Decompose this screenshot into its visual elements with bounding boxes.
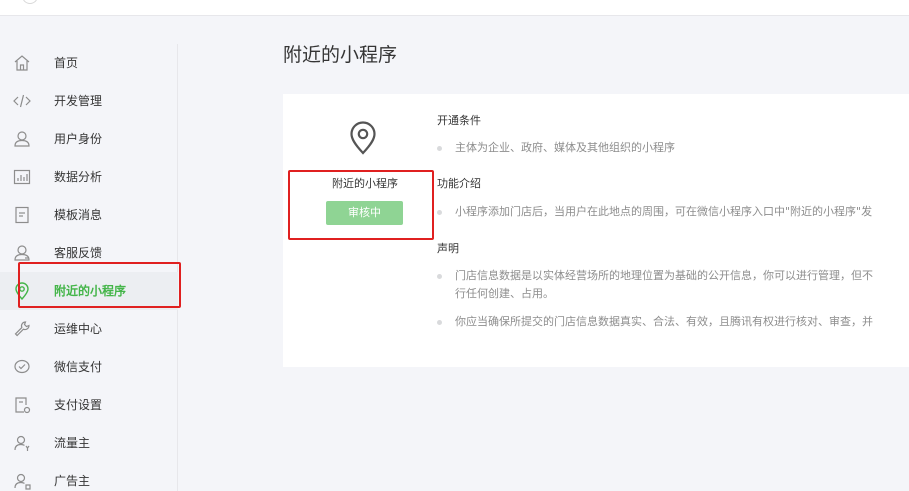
bullet-item: 小程序添加门店后，当用户在此地点的周围，可在微信小程序入口中"附近的小程序"发	[436, 203, 872, 221]
header-logo-fragment	[22, 0, 38, 4]
highlight-box-nav-item	[18, 262, 181, 308]
wechat-pay-icon	[12, 357, 32, 377]
section-title-statement: 声明	[437, 242, 459, 255]
sidebar-item-template-message[interactable]: 模板消息	[0, 196, 178, 234]
bullet-item: 门店信息数据是以实体经营场所的地理位置为基础的公开信息，你可以进行管理，但不 行…	[437, 267, 873, 303]
sidebar-item-label: 流量主	[54, 436, 91, 450]
sidebar-item-label: 广告主	[54, 474, 91, 488]
sidebar-item-payment-settings[interactable]: 支付设置	[0, 386, 178, 424]
service-icon	[12, 243, 32, 263]
bullet-item: 你应当确保所提交的门店信息数据真实、合法、有效，且腾讯有权进行核对、审查，并	[437, 313, 873, 331]
sidebar-item-wechat-pay[interactable]: 微信支付	[0, 348, 178, 386]
top-bar	[0, 0, 909, 16]
sidebar-item-label: 运维中心	[54, 322, 103, 336]
page-title: 附近的小程序	[283, 44, 398, 66]
location-pin-icon	[346, 120, 380, 156]
sidebar-item-label: 开发管理	[54, 94, 103, 108]
section-title-conditions: 开通条件	[437, 114, 481, 127]
document-icon	[12, 205, 32, 225]
user-icon	[12, 129, 32, 149]
bullet-item: 主体为企业、政府、媒体及其他组织的小程序	[437, 139, 675, 157]
sidebar-item-label: 用户身份	[54, 132, 103, 146]
sidebar-item-label: 支付设置	[54, 398, 103, 412]
payment-settings-icon	[12, 395, 32, 415]
section-title-features: 功能介绍	[437, 177, 481, 190]
sidebar-item-user-identity[interactable]: 用户身份	[0, 120, 178, 158]
sidebar-item-traffic-owner[interactable]: 流量主	[0, 424, 178, 462]
code-icon	[12, 91, 32, 111]
wrench-icon	[12, 319, 32, 339]
home-icon	[12, 53, 32, 73]
advertiser-icon	[12, 471, 32, 491]
highlight-box-status	[288, 170, 434, 240]
sidebar-item-home[interactable]: 首页	[0, 44, 178, 82]
sidebar-item-ops-center[interactable]: 运维中心	[0, 310, 178, 348]
sidebar-item-label: 微信支付	[54, 360, 103, 374]
sidebar-item-label: 客服反馈	[54, 246, 103, 260]
traffic-owner-icon	[12, 433, 32, 453]
sidebar-item-advertiser[interactable]: 广告主	[0, 462, 178, 491]
sidebar-item-data-analysis[interactable]: 数据分析	[0, 158, 178, 196]
chart-icon	[12, 167, 32, 187]
sidebar-item-label: 数据分析	[54, 170, 103, 184]
sidebar-item-dev-management[interactable]: 开发管理	[0, 82, 178, 120]
sidebar-item-label: 首页	[54, 56, 79, 70]
sidebar-item-label: 模板消息	[54, 208, 103, 222]
